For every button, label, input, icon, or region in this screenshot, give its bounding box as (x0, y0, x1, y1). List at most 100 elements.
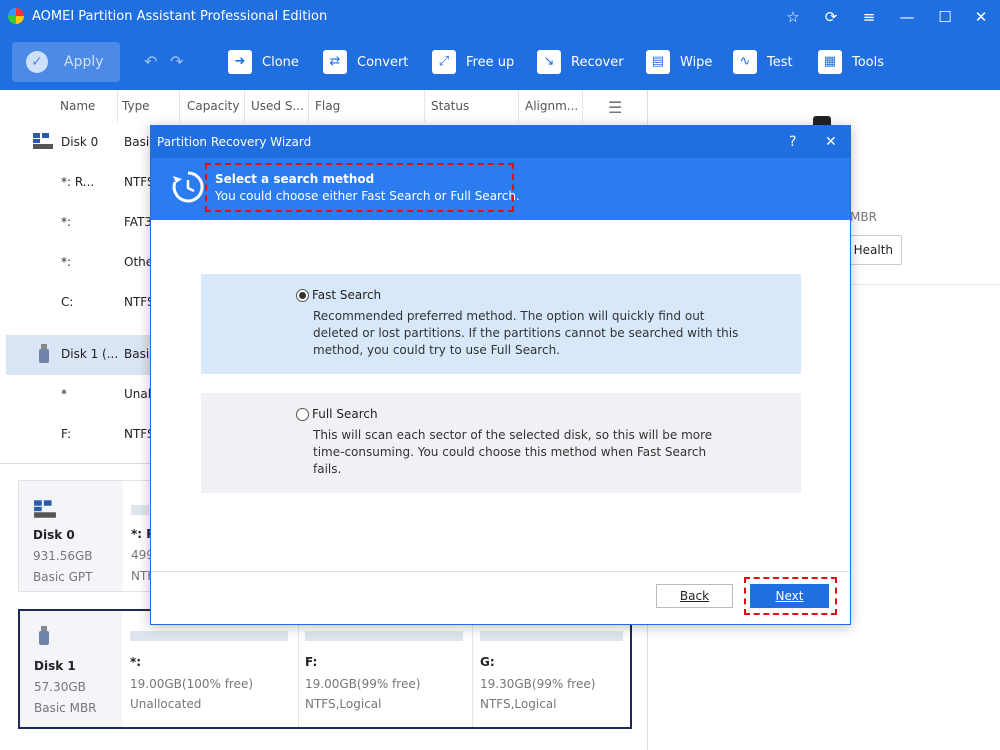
partition-recovery-dialog: Partition Recovery Wizard ? ✕ Select a s… (150, 125, 851, 625)
option-fast-search[interactable]: Fast Search Recommended preferred method… (201, 274, 801, 374)
fast-search-radio[interactable] (296, 289, 309, 302)
fast-search-label: Fast Search (312, 288, 382, 302)
recover-icon: ↘ (537, 50, 561, 74)
highlight-box (205, 163, 514, 212)
row-name: *: R... (61, 175, 95, 189)
disk-style: Basic MBR (34, 701, 97, 715)
next-button[interactable]: Next (750, 584, 829, 608)
row-name: Disk 0 (61, 135, 99, 149)
row-type: Basi (124, 347, 150, 361)
row-name: * (61, 387, 67, 401)
column-capacity[interactable]: Capacity (181, 90, 245, 122)
free-up-button[interactable]: ⤢ Free up (432, 50, 522, 76)
partition-usage-bar (130, 631, 288, 641)
menu-icon[interactable]: ≡ (858, 6, 880, 28)
disk-style-label: MBR (850, 210, 877, 224)
column-alignment[interactable]: Alignm... (519, 90, 583, 122)
disk-style: Basic GPT (33, 570, 93, 584)
back-button[interactable]: Back (656, 584, 733, 608)
recover-label: Recover (571, 55, 624, 70)
full-search-radio[interactable] (296, 408, 309, 421)
test-label: Test (767, 55, 793, 70)
wipe-label: Wipe (680, 55, 713, 70)
disk-size: 931.56GB (33, 549, 93, 563)
partition-name: F: (305, 655, 318, 669)
tools-icon: ▦ (818, 50, 842, 74)
dialog-title: Partition Recovery Wizard (157, 135, 312, 149)
partition-size: 19.00GB(100% free) (130, 677, 254, 691)
toolbar: ✓ Apply ↶ ↷ ➜ Clone ⇄ Convert ⤢ Free up … (0, 34, 1000, 90)
redo-icon[interactable]: ↷ (170, 52, 183, 71)
partition-fs: NTFS,Logical (305, 697, 382, 711)
partition-box[interactable]: F: 19.00GB(99% free) NTFS,Logical (305, 631, 465, 721)
partition-usage-bar (305, 631, 463, 641)
recovery-clock-icon (172, 171, 204, 203)
clone-button[interactable]: ➜ Clone (228, 50, 308, 76)
star-icon[interactable]: ☆ (782, 6, 804, 28)
row-name: *: (61, 215, 72, 229)
column-name[interactable]: Name (54, 90, 118, 122)
undo-icon[interactable]: ↶ (144, 52, 157, 71)
app-logo-icon (8, 8, 24, 24)
convert-button[interactable]: ⇄ Convert (323, 50, 413, 76)
column-settings-icon[interactable]: ☰ (608, 98, 622, 117)
option-full-search[interactable]: Full Search This will scan each sector o… (201, 393, 801, 493)
partition-usage-bar (480, 631, 623, 641)
test-button[interactable]: ∿ Test (733, 50, 803, 76)
column-status[interactable]: Status (425, 90, 519, 122)
column-type[interactable]: Type (116, 90, 180, 122)
free-up-icon: ⤢ (432, 50, 456, 74)
row-name: C: (61, 295, 74, 309)
partition-fs: NTFS,Logical (480, 697, 557, 711)
partition-fs: Unallocated (130, 697, 202, 711)
apply-button[interactable]: ✓ Apply (12, 42, 120, 82)
test-icon: ∿ (733, 50, 757, 74)
row-type: FAT3 (124, 215, 153, 229)
disk-name: Disk 1 (34, 659, 76, 673)
row-name: F: (61, 427, 72, 441)
maximize-icon[interactable]: ☐ (934, 6, 956, 28)
column-used-space[interactable]: Used S... (245, 90, 309, 122)
clone-icon: ➜ (228, 50, 252, 74)
wipe-icon: ▤ (646, 50, 670, 74)
wipe-button[interactable]: ▤ Wipe (646, 50, 716, 76)
convert-label: Convert (357, 55, 409, 70)
disk-icon (33, 133, 53, 149)
row-name: *: (61, 255, 72, 269)
close-window-icon[interactable]: ✕ (970, 6, 992, 28)
app-title: AOMEI Partition Assistant Professional E… (32, 9, 328, 24)
usb-drive-icon (39, 626, 49, 645)
divider (829, 284, 1000, 285)
recover-button[interactable]: ↘ Recover (537, 50, 627, 76)
fast-search-description: Recommended preferred method. The option… (313, 309, 739, 357)
full-search-label: Full Search (312, 407, 378, 421)
minimize-icon[interactable]: — (896, 6, 918, 28)
disk-icon (34, 500, 56, 518)
check-icon: ✓ (26, 51, 48, 73)
disk-card-1[interactable]: Disk 1 57.30GB Basic MBR *: 19.00GB(100%… (18, 609, 632, 729)
refresh-icon[interactable]: ⟳ (820, 6, 842, 28)
free-up-label: Free up (466, 55, 515, 70)
row-name: Disk 1 (... (61, 347, 119, 361)
help-icon[interactable]: ? (789, 134, 796, 150)
clone-label: Clone (262, 55, 299, 70)
close-icon[interactable]: ✕ (825, 134, 837, 150)
tools-button[interactable]: ▦ Tools (818, 50, 888, 76)
row-type: Basi (124, 135, 150, 149)
column-flag[interactable]: Flag (309, 90, 425, 122)
disk-name: Disk 0 (33, 528, 75, 542)
partition-name: G: (480, 655, 495, 669)
apply-label: Apply (64, 54, 104, 70)
row-type: Othe (124, 255, 154, 269)
partition-size: 19.00GB(99% free) (305, 677, 421, 691)
usb-drive-icon (39, 344, 49, 363)
divider (151, 571, 850, 572)
row-type: Unal (124, 387, 152, 401)
dialog-title-bar: Partition Recovery Wizard ? ✕ (151, 126, 850, 158)
partition-name: *: (130, 655, 142, 669)
disk-size: 57.30GB (34, 680, 86, 694)
partition-box[interactable]: *: 19.00GB(100% free) Unallocated (130, 631, 290, 721)
tools-label: Tools (852, 55, 885, 70)
partition-size: 19.30GB(99% free) (480, 677, 596, 691)
partition-box[interactable]: G: 19.30GB(99% free) NTFS,Logical (480, 631, 625, 721)
